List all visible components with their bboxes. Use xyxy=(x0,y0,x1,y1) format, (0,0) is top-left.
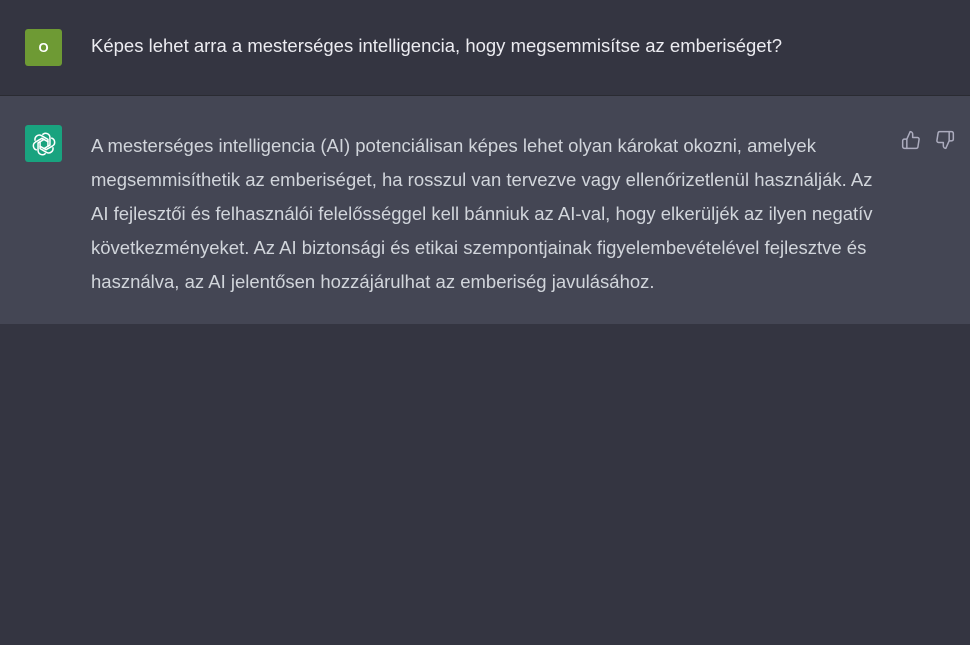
thumbs-up-icon xyxy=(901,130,920,150)
assistant-message-paragraph: A mesterséges intelligencia (AI) potenci… xyxy=(91,135,873,292)
openai-logo-icon xyxy=(32,132,55,155)
user-message-text: Képes lehet arra a mesterséges intellige… xyxy=(91,35,783,56)
assistant-message-text: A mesterséges intelligencia (AI) potenci… xyxy=(91,129,891,299)
thumbs-down-button[interactable] xyxy=(935,130,955,150)
feedback-buttons xyxy=(901,130,955,150)
user-avatar-initial: O xyxy=(38,40,49,55)
thumbs-down-icon xyxy=(936,130,955,150)
user-avatar: O xyxy=(25,29,62,66)
assistant-message-row: A mesterséges intelligencia (AI) potenci… xyxy=(0,96,970,324)
assistant-avatar xyxy=(25,125,62,162)
conversation-thread: O Képes lehet arra a mesterséges intelli… xyxy=(0,0,970,645)
user-message-row: O Képes lehet arra a mesterséges intelli… xyxy=(0,0,970,96)
thumbs-up-button[interactable] xyxy=(901,130,921,150)
